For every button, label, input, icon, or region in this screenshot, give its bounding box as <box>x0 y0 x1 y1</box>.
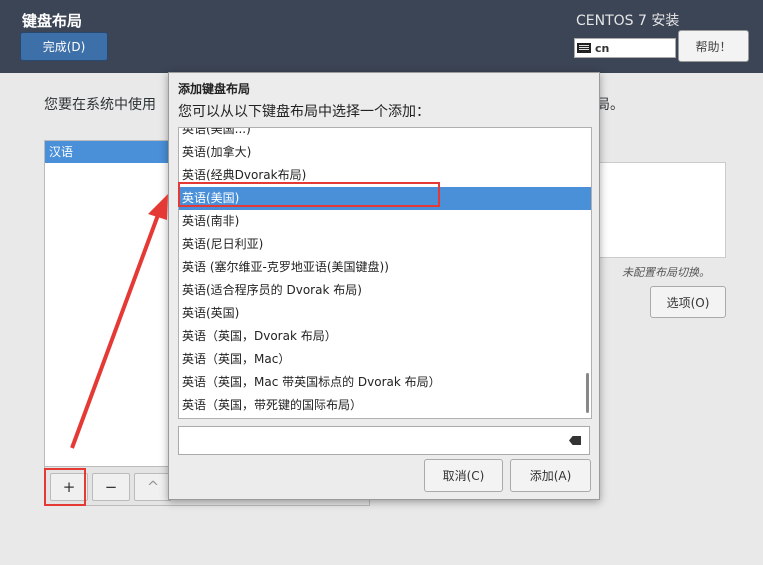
annotation-arrow <box>70 194 168 449</box>
